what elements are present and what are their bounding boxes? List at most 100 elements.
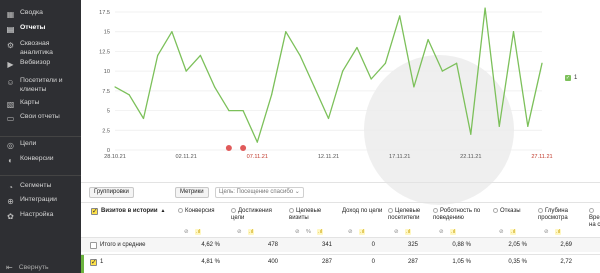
data-point bbox=[512, 31, 515, 33]
collapse-sidebar-button[interactable]: ⇤ Свернуть bbox=[6, 263, 49, 272]
y-tick-label: 10 bbox=[104, 69, 110, 75]
hide-column-icon[interactable]: ⊘ bbox=[348, 229, 353, 235]
table-cell: 287 bbox=[321, 259, 332, 265]
column-header-label: Конверсия bbox=[185, 208, 215, 214]
sidebar-item[interactable]: ▶ Вебвизор bbox=[2, 59, 80, 69]
column-header[interactable]: Глубина просмотра bbox=[538, 208, 584, 222]
radio-icon[interactable] bbox=[178, 208, 183, 213]
chart-toggle-icon[interactable]: .ıl bbox=[510, 229, 517, 235]
sidebar-item-label: Настройка bbox=[20, 211, 54, 218]
sidebar-item[interactable]: ◐ Конверсии bbox=[2, 155, 80, 165]
goal-select[interactable]: Цель: Посещение спасибо ⌄ bbox=[215, 187, 304, 198]
sidebar-item-label: Свои отчеты bbox=[20, 113, 60, 120]
percent-toggle[interactable]: % bbox=[306, 229, 311, 235]
column-header-label: Доход по цели bbox=[342, 208, 383, 214]
data-point bbox=[498, 125, 500, 127]
table-cell: 478 bbox=[267, 242, 278, 248]
hide-column-icon[interactable]: ⊘ bbox=[394, 229, 399, 235]
visits-chart: 0 2.5 5 7.5 10 12.5 15 17.5 28.10.21 02.11.21 07.1… bbox=[81, 0, 600, 205]
column-header[interactable]: Врем на сай bbox=[589, 208, 600, 229]
maps-icon: ▧ bbox=[6, 100, 15, 109]
chart-toggle-icon[interactable]: .ıl bbox=[450, 229, 457, 235]
chart-toggle-icon[interactable]: .ıl bbox=[248, 229, 255, 235]
integrations-icon: ⊕ bbox=[7, 197, 14, 206]
radio-icon[interactable] bbox=[289, 208, 294, 213]
radio-icon[interactable] bbox=[538, 208, 543, 213]
column-header[interactable]: Роботность по поведению bbox=[433, 208, 491, 222]
column-header[interactable]: Доход по цели bbox=[342, 208, 386, 215]
sidebar-item[interactable]: ▦ Сводка bbox=[2, 9, 80, 19]
column-header[interactable]: Конверсия bbox=[178, 208, 228, 215]
row-checkbox[interactable] bbox=[90, 258, 97, 266]
report-toolbar: Группировки Метрики Цель: Посещение спас… bbox=[81, 184, 600, 202]
legend-checkbox-icon[interactable]: ✓ bbox=[565, 75, 571, 81]
sidebar-item[interactable]: ◎ Цели bbox=[2, 140, 80, 150]
sidebar-item[interactable]: ⊕ Интеграции bbox=[2, 196, 80, 206]
radio-icon[interactable] bbox=[493, 208, 498, 213]
column-header-label: Роботность по поведению bbox=[433, 208, 481, 221]
x-tick-label: 22.11.21 bbox=[460, 154, 481, 160]
hide-column-icon[interactable]: ⊘ bbox=[237, 229, 242, 235]
hide-column-icon[interactable]: ⊘ bbox=[439, 229, 444, 235]
divider bbox=[81, 202, 600, 203]
column-header[interactable]: Отказы bbox=[493, 208, 535, 215]
data-point bbox=[228, 109, 230, 112]
column-header[interactable]: Достижения цели bbox=[231, 208, 285, 222]
sidebar: ▦ Сводка ▤ Отчеты ⚙ Сквозная аналитика ▶ Вебвиз… bbox=[0, 0, 81, 273]
hide-column-icon[interactable]: ⊘ bbox=[184, 229, 189, 235]
sidebar-item[interactable]: ☺ Посетители и клиенты bbox=[2, 77, 80, 94]
chart-toggle-icon[interactable]: .ıl bbox=[317, 229, 324, 235]
table-cell: 1,05 % bbox=[452, 259, 471, 265]
sidebar-item[interactable]: ▧ Карты bbox=[2, 99, 80, 109]
sidebar-item[interactable]: ▭ Свои отчеты bbox=[2, 113, 80, 123]
grouping-button[interactable]: Группировки bbox=[89, 187, 134, 198]
sidebar-item[interactable]: ▤ Отчеты bbox=[2, 24, 80, 34]
custom-reports-icon: ▭ bbox=[6, 114, 15, 123]
row-checkbox[interactable] bbox=[90, 242, 97, 249]
data-point bbox=[214, 86, 216, 88]
table-cell: 0 bbox=[371, 242, 375, 248]
metrics-button[interactable]: Метрики bbox=[175, 187, 209, 198]
divider bbox=[81, 182, 600, 183]
radio-icon[interactable] bbox=[388, 208, 393, 213]
hide-column-icon[interactable]: ⊘ bbox=[544, 229, 549, 235]
table-cell: 325 bbox=[407, 242, 418, 248]
select-all-checkbox[interactable] bbox=[91, 207, 98, 215]
data-point bbox=[370, 78, 372, 80]
hide-column-icon[interactable]: ⊘ bbox=[295, 229, 300, 235]
analytics-icon: ⚙ bbox=[6, 41, 15, 50]
table-cell: 4,62 % bbox=[201, 242, 220, 248]
sidebar-item[interactable]: ◔ Сегменты bbox=[2, 182, 80, 192]
radio-icon[interactable] bbox=[231, 208, 236, 213]
sidebar-item-label: Вебвизор bbox=[20, 59, 51, 66]
table-cell: 0 bbox=[371, 259, 375, 265]
column-header[interactable]: Целевые визиты bbox=[289, 208, 339, 222]
chart-toggle-icon[interactable]: .ıl bbox=[555, 229, 562, 235]
hide-column-icon[interactable]: ⊘ bbox=[499, 229, 504, 235]
annotation-marker-icon bbox=[240, 145, 247, 151]
chart-toggle-icon[interactable]: .ıl bbox=[195, 229, 202, 235]
x-tick-label: 12.11.21 bbox=[318, 154, 339, 160]
chart-toggle-icon[interactable]: .ıl bbox=[359, 229, 366, 235]
data-point bbox=[185, 70, 187, 72]
column-header[interactable]: Целевые посетители bbox=[388, 208, 432, 222]
chart-legend[interactable]: ✓ 1 bbox=[565, 75, 577, 81]
sidebar-item-label: Сводка bbox=[20, 9, 43, 16]
sidebar-divider bbox=[0, 175, 81, 176]
sort-asc-icon: ▲ bbox=[160, 208, 166, 214]
divider bbox=[81, 254, 600, 255]
data-point bbox=[256, 141, 258, 143]
sidebar-item-label: Карты bbox=[20, 99, 40, 106]
chart-toggle-icon[interactable]: .ıl bbox=[405, 229, 412, 235]
y-tick-label: 12.5 bbox=[99, 49, 110, 55]
radio-icon[interactable] bbox=[589, 208, 594, 213]
column-header-label: Отказы bbox=[500, 208, 521, 214]
radio-icon[interactable] bbox=[433, 208, 438, 213]
sidebar-item[interactable]: ✿ Настройка bbox=[2, 211, 80, 221]
legend-series-name: 1 bbox=[574, 75, 578, 81]
data-point bbox=[356, 46, 358, 49]
dimension-header[interactable]: Визитов в истории ▲ bbox=[101, 208, 165, 215]
segments-icon: ◔ bbox=[8, 183, 13, 192]
sidebar-item[interactable]: ⚙ Сквозная аналитика bbox=[2, 40, 80, 57]
data-point bbox=[441, 70, 443, 72]
